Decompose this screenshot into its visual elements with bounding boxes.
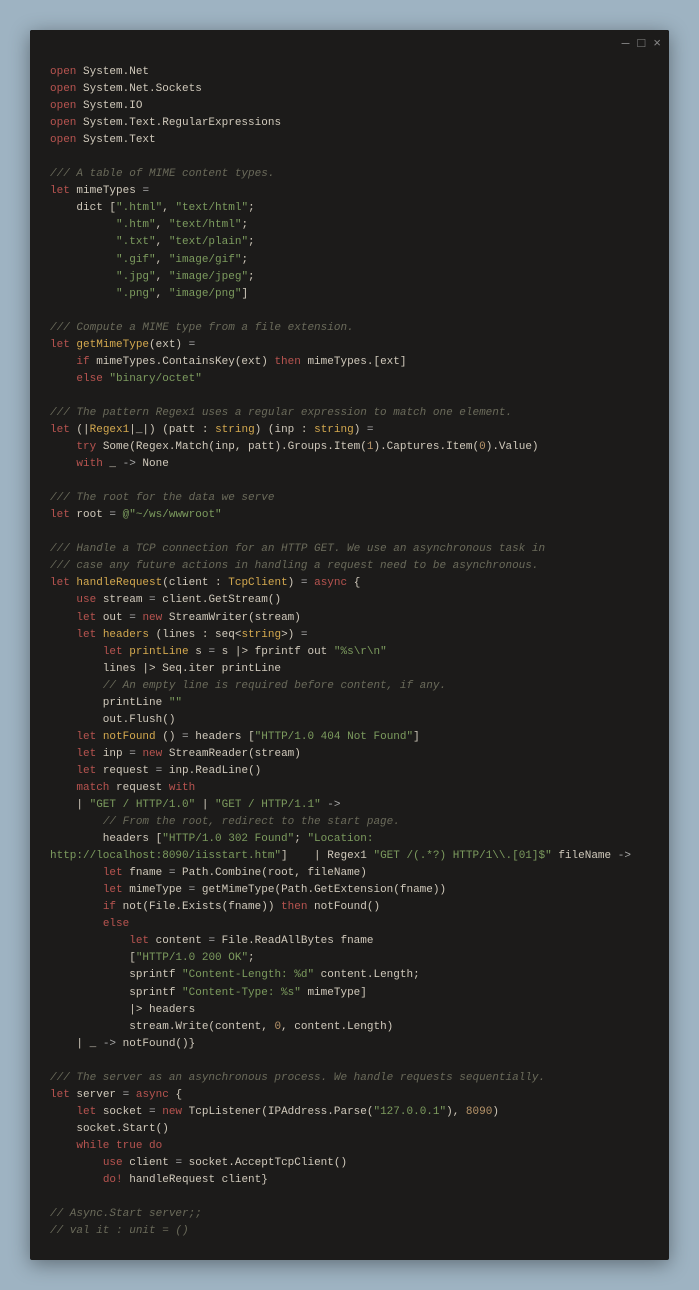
code-line: let printLine s = s |> fprintf out "%s\r… bbox=[50, 644, 649, 661]
code-line: |> headers bbox=[50, 1002, 649, 1019]
code-line: try Some(Regex.Match(inp, patt).Groups.I… bbox=[50, 439, 649, 456]
code-line: // From the root, redirect to the start … bbox=[50, 814, 649, 831]
code-line: headers ["HTTP/1.0 302 Found"; "Location… bbox=[50, 831, 649, 848]
code-line: else "binary/octet" bbox=[50, 371, 649, 388]
code-line: open System.Net.Sockets bbox=[50, 81, 649, 98]
code-line bbox=[50, 473, 649, 490]
code-line: socket.Start() bbox=[50, 1121, 649, 1138]
code-line: do! handleRequest client} bbox=[50, 1172, 649, 1189]
editor-window: — □ × open System.Netopen System.Net.Soc… bbox=[30, 30, 669, 1260]
code-line: let mimeTypes = bbox=[50, 183, 649, 200]
code-line: else bbox=[50, 916, 649, 933]
code-line: /// A table of MIME content types. bbox=[50, 166, 649, 183]
code-line: ".gif", "image/gif"; bbox=[50, 252, 649, 269]
code-line: let handleRequest(client : TcpClient) = … bbox=[50, 575, 649, 592]
code-line: sprintf "Content-Length: %d" content.Len… bbox=[50, 967, 649, 984]
code-line: let out = new StreamWriter(stream) bbox=[50, 610, 649, 627]
code-line: // Async.Start server;; bbox=[50, 1206, 649, 1223]
code-line bbox=[50, 1189, 649, 1206]
code-line: /// case any future actions in handling … bbox=[50, 558, 649, 575]
code-line: let mimeType = getMimeType(Path.GetExten… bbox=[50, 882, 649, 899]
code-line: ".txt", "text/plain"; bbox=[50, 234, 649, 251]
code-editor[interactable]: open System.Netopen System.Net.Socketsop… bbox=[30, 56, 669, 1260]
code-line: /// The pattern Regex1 uses a regular ex… bbox=[50, 405, 649, 422]
code-line: use stream = client.GetStream() bbox=[50, 592, 649, 609]
minimize-button[interactable]: — bbox=[622, 37, 630, 50]
code-line: out.Flush() bbox=[50, 712, 649, 729]
code-line: if mimeTypes.ContainsKey(ext) then mimeT… bbox=[50, 354, 649, 371]
code-line: let inp = new StreamReader(stream) bbox=[50, 746, 649, 763]
code-line: stream.Write(content, 0, content.Length) bbox=[50, 1019, 649, 1036]
code-line: if not(File.Exists(fname)) then notFound… bbox=[50, 899, 649, 916]
code-line: let headers (lines : seq<string>) = bbox=[50, 627, 649, 644]
code-line: use client = socket.AcceptTcpClient() bbox=[50, 1155, 649, 1172]
code-line: open System.Text.RegularExpressions bbox=[50, 115, 649, 132]
code-line: | "GET / HTTP/1.0" | "GET / HTTP/1.1" -> bbox=[50, 797, 649, 814]
code-line: match request with bbox=[50, 780, 649, 797]
code-line bbox=[50, 149, 649, 166]
code-line: let notFound () = headers ["HTTP/1.0 404… bbox=[50, 729, 649, 746]
code-line: /// Compute a MIME type from a file exte… bbox=[50, 320, 649, 337]
code-line: ".png", "image/png"] bbox=[50, 286, 649, 303]
code-line: open System.Net bbox=[50, 64, 649, 81]
code-line: /// The server as an asynchronous proces… bbox=[50, 1070, 649, 1087]
code-line: let request = inp.ReadLine() bbox=[50, 763, 649, 780]
close-button[interactable]: × bbox=[653, 37, 661, 50]
code-line bbox=[50, 303, 649, 320]
code-line: dict [".html", "text/html"; bbox=[50, 200, 649, 217]
code-line: let socket = new TcpListener(IPAddress.P… bbox=[50, 1104, 649, 1121]
code-line: let root = @"~/ws/wwwroot" bbox=[50, 507, 649, 524]
code-line: let (|Regex1|_|) (patt : string) (inp : … bbox=[50, 422, 649, 439]
code-line: sprintf "Content-Type: %s" mimeType] bbox=[50, 985, 649, 1002]
code-line: with _ -> None bbox=[50, 456, 649, 473]
maximize-button[interactable]: □ bbox=[637, 37, 645, 50]
code-line: printLine "" bbox=[50, 695, 649, 712]
code-line: let fname = Path.Combine(root, fileName) bbox=[50, 865, 649, 882]
code-line: // val it : unit = () bbox=[50, 1223, 649, 1240]
code-line: /// The root for the data we serve bbox=[50, 490, 649, 507]
code-line bbox=[50, 524, 649, 541]
code-line: /// Handle a TCP connection for an HTTP … bbox=[50, 541, 649, 558]
code-line: let content = File.ReadAllBytes fname bbox=[50, 933, 649, 950]
code-line bbox=[50, 388, 649, 405]
code-line: open System.Text bbox=[50, 132, 649, 149]
code-line: | _ -> notFound()} bbox=[50, 1036, 649, 1053]
code-line: open System.IO bbox=[50, 98, 649, 115]
code-line: http://localhost:8090/iisstart.htm"] | R… bbox=[50, 848, 649, 865]
code-line: let getMimeType(ext) = bbox=[50, 337, 649, 354]
code-line: ".htm", "text/html"; bbox=[50, 217, 649, 234]
code-line bbox=[50, 1053, 649, 1070]
code-line: ["HTTP/1.0 200 OK"; bbox=[50, 950, 649, 967]
code-line: ".jpg", "image/jpeg"; bbox=[50, 269, 649, 286]
code-line: while true do bbox=[50, 1138, 649, 1155]
titlebar: — □ × bbox=[30, 30, 669, 56]
code-line: // An empty line is required before cont… bbox=[50, 678, 649, 695]
code-line: let server = async { bbox=[50, 1087, 649, 1104]
code-line: lines |> Seq.iter printLine bbox=[50, 661, 649, 678]
